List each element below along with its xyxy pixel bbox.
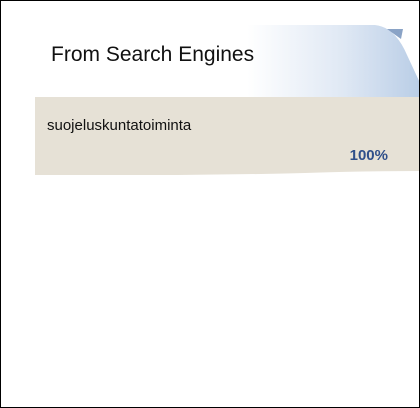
widget-title: From Search Engines: [51, 43, 255, 66]
page-frame: From Search Engines suojeluskuntatoimint…: [0, 0, 420, 408]
keyword-row[interactable]: suojeluskuntatoiminta 100%: [35, 97, 419, 175]
search-engines-widget: From Search Engines suojeluskuntatoimint…: [35, 25, 419, 175]
keyword-percent: 100%: [349, 147, 388, 164]
keyword-term[interactable]: suojeluskuntatoiminta: [47, 117, 191, 134]
